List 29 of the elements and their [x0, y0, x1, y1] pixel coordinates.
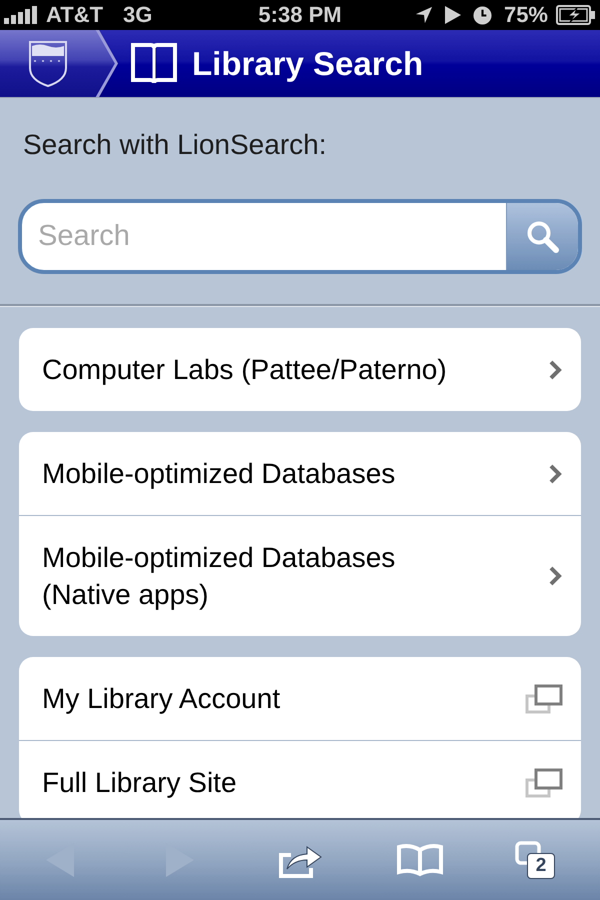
overlapping-windows-icon — [525, 768, 563, 798]
tabs-button[interactable]: 2 — [515, 841, 555, 879]
overlapping-windows-icon — [525, 684, 563, 714]
play-icon — [444, 6, 461, 24]
battery-percent-label: 75% — [504, 2, 548, 28]
search-label: Search with LionSearch: — [23, 129, 327, 161]
search-icon — [526, 220, 560, 254]
time-label: 5:38 PM — [258, 2, 342, 28]
home-button[interactable] — [0, 30, 118, 97]
search-button[interactable] — [506, 203, 578, 270]
page-title: Library Search — [192, 44, 424, 82]
list-item[interactable]: Computer Labs (Pattee/Paterno) — [19, 328, 581, 411]
list-item[interactable]: My Library Account — [19, 657, 581, 740]
list-item[interactable]: Mobile-optimized Databases — [19, 432, 581, 515]
carrier-label: AT&T — [46, 2, 104, 28]
list-item[interactable]: Mobile-optimized Databases (Native apps) — [19, 515, 581, 636]
battery-charging-icon — [556, 5, 596, 25]
chevron-right-icon — [548, 565, 562, 587]
network-label: 3G — [123, 2, 152, 28]
open-book-icon[interactable] — [396, 843, 444, 877]
clock-icon — [472, 6, 492, 24]
search-input[interactable]: Search — [38, 216, 506, 256]
book-icon — [130, 42, 178, 86]
signal-icon — [4, 6, 38, 24]
search-field[interactable]: Search — [18, 199, 582, 274]
shield-icon — [28, 40, 68, 88]
location-arrow-icon — [414, 6, 433, 24]
chevron-right-icon — [548, 462, 562, 484]
chevron-right-icon — [548, 358, 562, 380]
